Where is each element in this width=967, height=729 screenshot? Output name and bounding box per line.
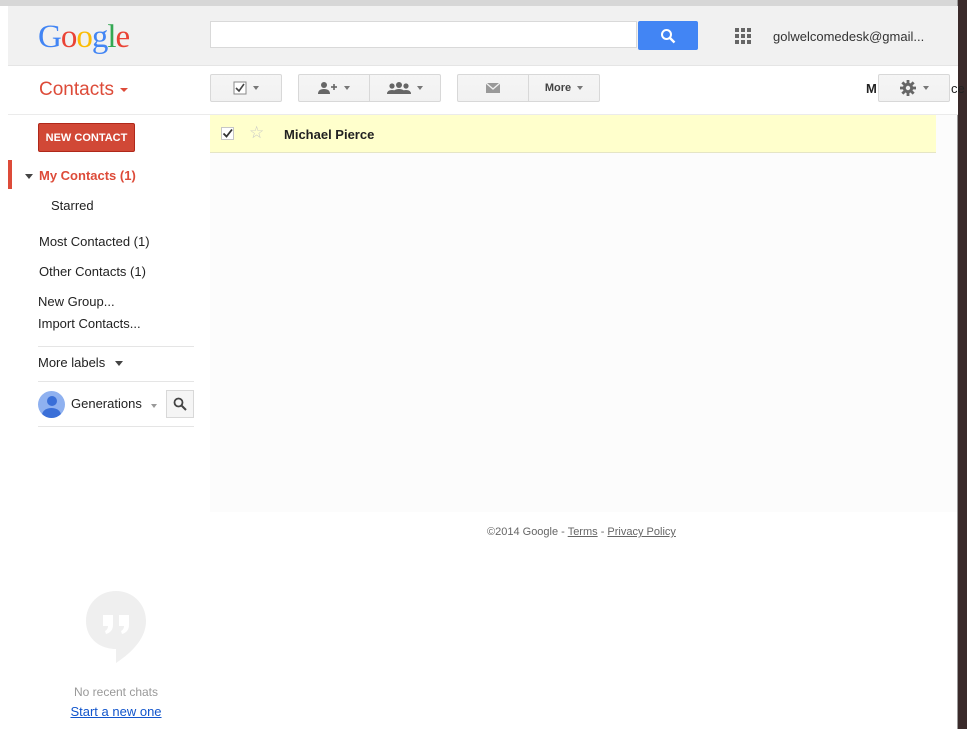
chevron-down-icon [577,86,584,90]
checkmark-icon [222,128,233,138]
footer-separator: - [558,526,568,538]
email-button[interactable] [457,74,529,102]
start-new-chat-link[interactable]: Start a new one [0,704,232,719]
add-person-icon [318,82,337,94]
contact-list-area [210,115,957,512]
envelope-icon [485,82,501,93]
chevron-down-icon [151,404,158,408]
chevron-down-icon [344,86,350,90]
sidebar-item-starred[interactable]: Starred [51,198,94,213]
more-labels-label: More labels [38,355,106,370]
apps-grid-icon[interactable] [735,28,751,44]
star-icon[interactable]: ☆ [249,123,264,143]
contact-name[interactable]: Michael Pierce [284,127,374,142]
footer-separator: - [597,526,608,538]
sidebar-item-most-contacted[interactable]: Most Contacted (1) [39,234,150,249]
sidebar-divider [38,426,194,427]
toolbar-stub-text: M [866,81,877,96]
sidebar-item-other-contacts[interactable]: Other Contacts (1) [39,264,146,279]
search-icon [173,397,187,411]
privacy-policy-link[interactable]: Privacy Policy [607,526,675,538]
groups-button[interactable] [369,74,441,102]
toolbar: Contacts More M ce [8,66,965,115]
chat-user-name: Generations [71,396,142,411]
app-switcher[interactable]: Contacts [39,79,128,101]
chevron-down-icon [119,87,128,92]
expand-triangle-icon [25,174,33,180]
checkbox-icon [233,81,247,95]
new-group-link[interactable]: New Group... [38,294,115,309]
more-labels-toggle[interactable]: More labels [38,355,129,370]
import-contacts-link[interactable]: Import Contacts... [38,316,141,331]
active-nav-indicator [8,160,12,189]
search-input[interactable] [210,21,637,48]
add-to-contacts-button[interactable] [298,74,370,102]
account-email[interactable]: golwelcomedesk@gmail... [773,29,924,44]
sidebar-item-my-contacts[interactable]: My Contacts (1) [25,168,136,183]
background-window-strip [957,0,967,729]
sidebar-item-label: My Contacts (1) [39,168,136,183]
select-dropdown-button[interactable] [210,74,282,102]
search-icon [661,28,676,43]
no-recent-chats-text: No recent chats [73,685,159,699]
toolbar-stub-text-right: ce [951,81,965,96]
chat-status-menu[interactable]: Generations [71,396,158,411]
more-button[interactable]: More [528,74,600,102]
group-icon [387,82,411,94]
sidebar-divider [38,381,194,382]
gear-icon [900,80,916,96]
terms-link[interactable]: Terms [568,526,598,538]
search-button[interactable] [638,21,698,50]
more-button-label: More [544,82,572,94]
chevron-down-icon [114,361,123,367]
table-row[interactable]: ☆ Michael Pierce [210,115,936,153]
chevron-down-icon [417,86,423,90]
top-header: Google golwelcomedesk@gmail... [8,6,958,66]
sidebar-divider [38,346,194,347]
footer: ©2014 Google - Terms - Privacy Policy [487,526,676,538]
avatar[interactable] [38,391,65,418]
copyright-text: ©2014 Google [487,526,559,538]
row-checkbox[interactable] [221,127,234,140]
google-logo[interactable]: Google [38,19,130,56]
chat-search-button[interactable] [166,390,194,418]
hangouts-icon [86,591,146,663]
app-title: Contacts [39,79,114,100]
settings-button[interactable] [878,74,950,102]
chevron-down-icon [923,86,929,90]
new-contact-button[interactable]: NEW CONTACT [38,123,135,152]
chevron-down-icon [253,86,259,90]
